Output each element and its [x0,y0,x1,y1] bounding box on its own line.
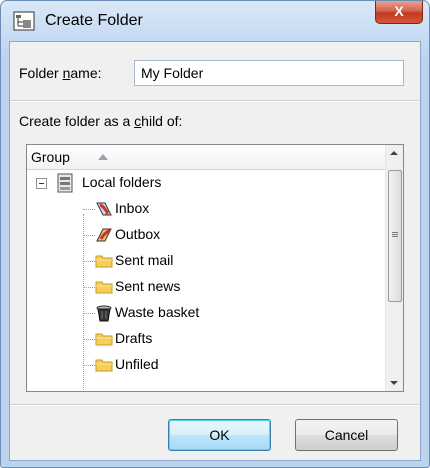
grip-icon [392,232,398,233]
parent-folder-label: Create folder as a child of: [19,113,183,129]
separator [10,404,420,406]
tree-item-label: Inbox [115,200,150,216]
outbox-icon [96,228,112,242]
tree-item-sent-news[interactable]: Sent news [27,274,385,300]
folder-name-label: Folder name: [19,65,102,81]
folder-tree[interactable]: Group Local folders Inbox Outbox Sent ma… [26,144,404,392]
sort-ascending-icon [98,154,108,160]
folder-icon [95,281,113,294]
tree-connector [83,287,95,288]
folder-icon [95,359,113,372]
tree-connector [83,313,95,314]
tree-item-local-folders[interactable]: Local folders [27,170,385,196]
folder-tree-icon [13,11,35,31]
tree-item-drafts[interactable]: Drafts [27,326,385,352]
title-bar[interactable]: Create Folder X [1,1,429,41]
close-button[interactable]: X [375,1,423,24]
inbox-icon [96,202,112,216]
ok-button[interactable]: OK [168,419,271,451]
tree-connector [83,235,95,236]
tree-connector [83,261,95,262]
dialog-body: Folder name: Create folder as a child of… [9,41,421,461]
scroll-thumb[interactable] [388,170,402,302]
vertical-scrollbar[interactable] [385,145,403,391]
tree-item-inbox[interactable]: Inbox [27,196,385,222]
tree-item-sent-mail[interactable]: Sent mail [27,248,385,274]
column-header-group[interactable]: Group [27,145,385,170]
tree-item-label: Sent news [115,278,181,294]
scroll-up-icon[interactable] [386,145,403,162]
tree-item-label: Sent mail [115,252,174,268]
tree-item-label: Outbox [115,226,161,242]
tree-connector [83,365,95,366]
folder-icon [95,333,113,346]
folder-name-input[interactable] [134,60,404,86]
tree-item-unfiled[interactable]: Unfiled [27,352,385,378]
trash-icon [96,305,112,322]
separator [10,100,420,102]
create-folder-dialog: Create Folder X Folder name: Create fold… [0,0,430,468]
server-icon [57,173,73,193]
tree-item-label: Local folders [82,174,162,190]
tree-item-outbox[interactable]: Outbox [27,222,385,248]
tree-item-label: Waste basket [115,304,200,320]
tree-connector [83,339,95,340]
scroll-down-icon[interactable] [386,374,403,391]
tree-connector [83,209,95,210]
column-header-label: Group [31,149,70,165]
tree-rows: Local folders Inbox Outbox Sent mail Sen… [27,170,385,391]
tree-item-label: Unfiled [115,356,159,372]
collapse-toggle[interactable] [36,178,47,189]
window-title: Create Folder [45,12,143,29]
tree-item-label: Drafts [115,330,153,346]
folder-icon [95,255,113,268]
tree-item-waste-basket[interactable]: Waste basket [27,300,385,326]
cancel-button[interactable]: Cancel [295,419,398,451]
